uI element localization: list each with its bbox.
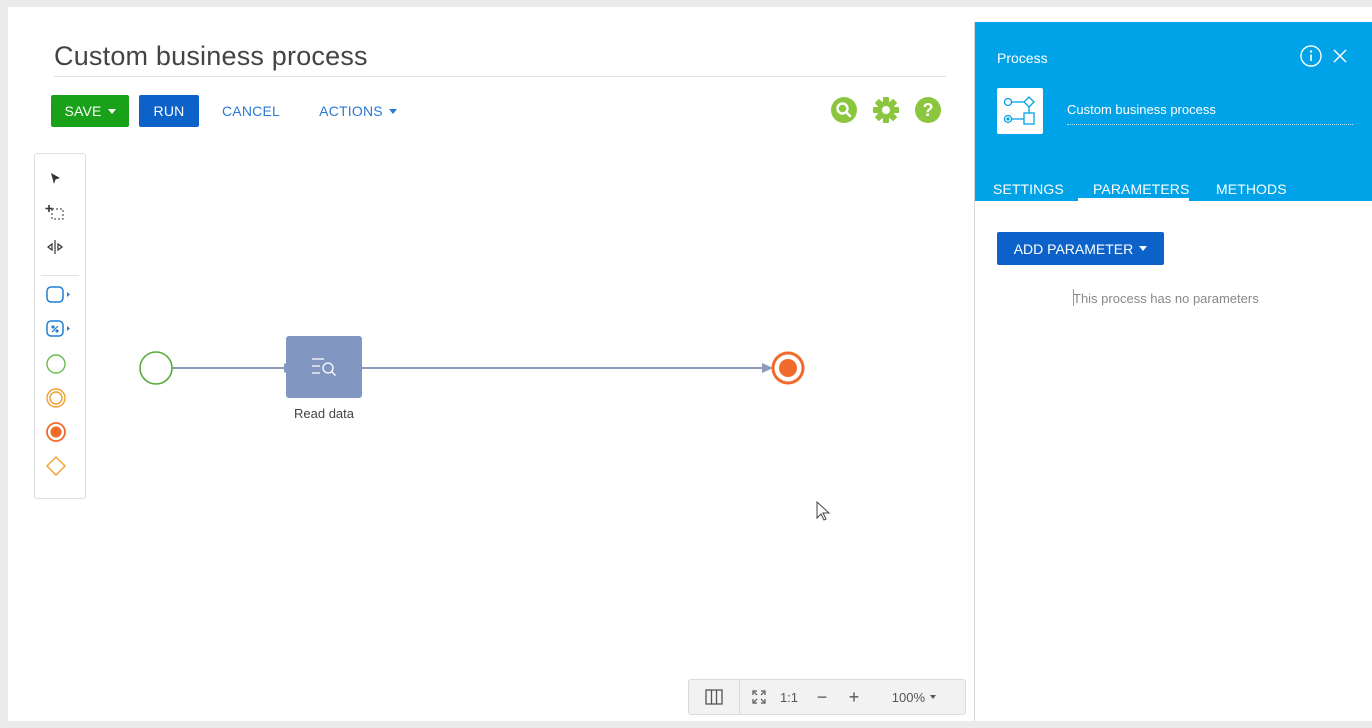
start-event[interactable] [139, 351, 173, 385]
start-event-icon [46, 354, 66, 374]
empty-parameters-message: This process has no parameters [1073, 291, 1259, 306]
zoom-toolbar: 1:1 − + 100% [688, 679, 966, 715]
chevron-down-icon [1139, 246, 1148, 251]
mouse-cursor-icon [816, 500, 831, 521]
svg-text:?: ? [923, 100, 934, 120]
fit-to-screen-button[interactable] [740, 690, 778, 704]
minimap-button[interactable] [689, 689, 739, 705]
process-name-underline [1067, 124, 1353, 125]
intermediate-event-icon [46, 388, 66, 408]
pointer-tool[interactable] [45, 166, 75, 192]
search-icon[interactable] [830, 96, 858, 124]
process-icon [997, 88, 1043, 134]
lasso-select-icon [45, 205, 64, 220]
chevron-down-icon [107, 108, 116, 114]
actions-button[interactable]: ACTIONS [312, 95, 404, 127]
save-button-label: SAVE [64, 103, 102, 119]
chevron-down-icon [930, 695, 936, 699]
zoom-in-button[interactable]: + [844, 687, 864, 708]
tool-intermediate-event[interactable] [45, 385, 75, 411]
actions-button-label: ACTIONS [319, 103, 383, 119]
page-title: Custom business process [54, 41, 368, 71]
map-icon [705, 689, 723, 705]
tab-methods[interactable]: METHODS [1216, 181, 1287, 197]
task-label: Read data [294, 406, 355, 421]
process-designer-window: Custom business process SAVE RUN CANCEL … [8, 7, 1372, 721]
tool-end-event[interactable] [45, 419, 75, 445]
space-tool[interactable] [45, 234, 75, 260]
zoom-out-button[interactable]: − [800, 687, 844, 708]
tab-settings[interactable]: SETTINGS [993, 181, 1064, 197]
diagram-canvas[interactable]: Read data [98, 147, 968, 687]
arrowhead-icon [762, 363, 773, 373]
process-schema-icon [1003, 96, 1035, 125]
run-button[interactable]: RUN [139, 95, 199, 127]
process-name-field[interactable]: Custom business process [1067, 102, 1216, 117]
gear-icon[interactable] [872, 96, 900, 124]
task-shape-icon [46, 286, 70, 303]
gateway-icon [46, 456, 66, 476]
zoom-level-select[interactable]: 100% [864, 690, 948, 705]
pointer-icon [51, 173, 60, 184]
user-task-icon [46, 320, 70, 337]
cancel-button[interactable]: CANCEL [216, 95, 286, 127]
actual-size-button[interactable]: 1:1 [778, 690, 800, 705]
process-properties-panel: Process Custom business process SETTINGS… [974, 22, 1372, 721]
help-icon[interactable]: ? [914, 96, 942, 124]
zoom-level-value: 100% [891, 689, 925, 705]
tool-user-task[interactable] [45, 316, 75, 342]
chevron-down-icon [388, 108, 397, 114]
active-tab-indicator [1078, 198, 1189, 201]
space-tool-icon [47, 240, 63, 254]
tool-start-event[interactable] [45, 351, 75, 377]
panel-title: Process [997, 50, 1048, 66]
close-icon[interactable] [1331, 47, 1349, 65]
save-button[interactable]: SAVE [51, 95, 129, 127]
tool-gateway[interactable] [45, 453, 75, 479]
end-event-inner [779, 359, 797, 377]
add-parameter-button[interactable]: ADD PARAMETER [997, 232, 1164, 265]
expand-icon [752, 690, 766, 704]
panel-header: Process Custom business process SETTINGS… [975, 22, 1372, 201]
element-toolbox [34, 153, 86, 499]
tab-parameters[interactable]: PARAMETERS [1093, 181, 1189, 197]
title-underline [54, 76, 946, 77]
read-data-task[interactable] [286, 336, 362, 398]
info-icon[interactable] [1299, 44, 1323, 68]
add-parameter-label: ADD PARAMETER [1013, 240, 1134, 257]
tool-task[interactable] [45, 282, 75, 308]
end-event-icon [46, 422, 66, 442]
lasso-tool[interactable] [45, 200, 75, 226]
toolbox-divider [41, 275, 79, 276]
